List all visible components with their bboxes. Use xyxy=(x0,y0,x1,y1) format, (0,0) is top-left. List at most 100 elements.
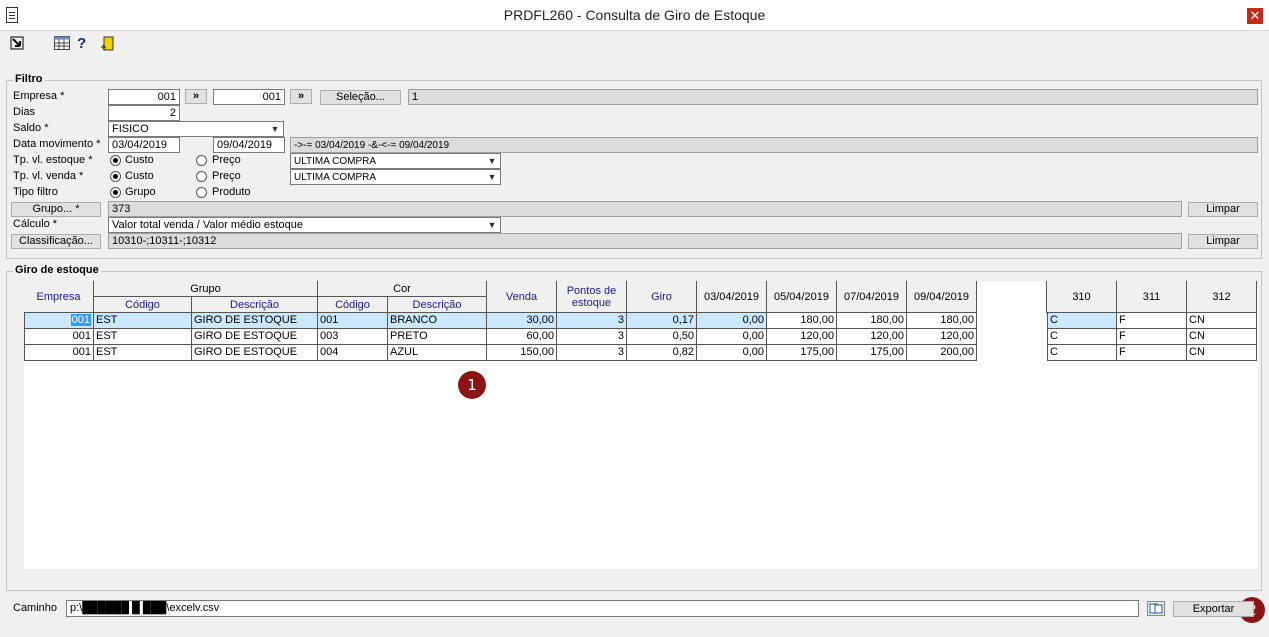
browse-file-icon[interactable] xyxy=(1147,601,1165,617)
col-header-grupo-descricao[interactable]: Descrição xyxy=(192,297,318,313)
table-cell-cor-codigo[interactable]: 001 xyxy=(318,313,388,329)
table-cell-empresa[interactable]: 001 xyxy=(24,313,94,329)
classificacao-button[interactable]: Classificação... xyxy=(11,234,101,249)
tp-estoque-custo-radio[interactable] xyxy=(110,155,121,166)
tp-estoque-preco-radio[interactable] xyxy=(196,155,207,166)
saldo-select[interactable]: FISICO ▼ xyxy=(108,121,284,137)
table-cell-d4[interactable]: 120,00 xyxy=(907,329,977,345)
tp-venda-custo-label: Custo xyxy=(125,170,154,182)
table-cell-c1[interactable]: C xyxy=(1047,329,1117,345)
table-cell-grupo-descricao[interactable]: GIRO DE ESTOQUE xyxy=(192,313,318,329)
data-movimento-to-input[interactable]: 09/04/2019 xyxy=(213,137,285,153)
table-cell-d3[interactable]: 120,00 xyxy=(837,329,907,345)
table-cell-cor-descricao[interactable]: AZUL xyxy=(388,345,487,361)
table-cell-cor-codigo[interactable]: 004 xyxy=(318,345,388,361)
col-header-cor-codigo[interactable]: Código xyxy=(318,297,388,313)
grupo-clear-button[interactable]: Limpar xyxy=(1188,202,1258,217)
col-header-d1[interactable]: 03/04/2019 xyxy=(697,281,767,313)
table-cell-c2[interactable]: F xyxy=(1117,345,1187,361)
tp-venda-custo-radio[interactable] xyxy=(110,171,121,182)
col-header-c1[interactable]: 310 xyxy=(1047,281,1117,313)
table-cell-pontos[interactable]: 3 xyxy=(557,313,627,329)
toolbar xyxy=(0,32,1269,58)
empresa-from-lookup-button[interactable]: » xyxy=(185,89,207,104)
table-cell-d2[interactable]: 120,00 xyxy=(767,329,837,345)
selecao-button[interactable]: Seleção... xyxy=(320,90,401,105)
tp-venda-select-value: ULTIMA COMPRA xyxy=(294,172,377,183)
table-cell-grupo-codigo[interactable]: EST xyxy=(94,313,192,329)
tipo-filtro-grupo-radio[interactable] xyxy=(110,187,121,198)
table-cell-c3[interactable]: CN xyxy=(1187,345,1257,361)
tp-venda-select[interactable]: ULTIMA COMPRA ▼ xyxy=(290,169,501,185)
col-header-grupo-codigo[interactable]: Código xyxy=(94,297,192,313)
col-header-d4[interactable]: 09/04/2019 xyxy=(907,281,977,313)
calculo-select[interactable]: Valor total venda / Valor médio estoque … xyxy=(108,217,501,233)
table-cell-empresa[interactable]: 001 xyxy=(24,345,94,361)
tipo-filtro-grupo-label: Grupo xyxy=(125,186,156,198)
table-cell-c3[interactable]: CN xyxy=(1187,329,1257,345)
close-button[interactable]: ✕ xyxy=(1247,8,1263,24)
dias-input[interactable]: 2 xyxy=(108,105,180,121)
col-header-cor: Cor xyxy=(318,281,487,297)
col-header-blank xyxy=(977,281,1047,313)
export-button[interactable]: Exportar xyxy=(1173,601,1254,617)
table-cell-pontos[interactable]: 3 xyxy=(557,345,627,361)
exit-door-icon[interactable] xyxy=(100,36,116,52)
col-header-d2[interactable]: 05/04/2019 xyxy=(767,281,837,313)
empresa-from-input[interactable]: 001 xyxy=(108,89,180,105)
tp-venda-preco-radio[interactable] xyxy=(196,171,207,182)
col-header-giro[interactable]: Giro xyxy=(627,281,697,313)
table-cell-grupo-descricao[interactable]: GIRO DE ESTOQUE xyxy=(192,329,318,345)
classificacao-value: 10310-;10311-;10312 xyxy=(108,233,1182,249)
table-cell-d1[interactable]: 0,00 xyxy=(697,313,767,329)
table-cell-grupo-codigo[interactable]: EST xyxy=(94,345,192,361)
help-icon[interactable]: ? xyxy=(77,36,93,52)
tp-estoque-select[interactable]: ULTIMA COMPRA ▼ xyxy=(290,153,501,169)
table-cell-d1[interactable]: 0,00 xyxy=(697,345,767,361)
table-cell-giro[interactable]: 0,82 xyxy=(627,345,697,361)
table-cell-c3[interactable]: CN xyxy=(1187,313,1257,329)
table-cell-grupo-codigo[interactable]: EST xyxy=(94,329,192,345)
table-icon[interactable] xyxy=(54,36,70,52)
table-cell-d4[interactable]: 200,00 xyxy=(907,345,977,361)
table-cell-cor-descricao[interactable]: BRANCO xyxy=(388,313,487,329)
table-cell-d3[interactable]: 175,00 xyxy=(837,345,907,361)
table-cell-cor-descricao[interactable]: PRETO xyxy=(388,329,487,345)
table-cell-grupo-descricao[interactable]: GIRO DE ESTOQUE xyxy=(192,345,318,361)
table-cell-c2[interactable]: F xyxy=(1117,313,1187,329)
grupo-button[interactable]: Grupo... * xyxy=(11,202,101,217)
table-cell-c1[interactable]: C xyxy=(1047,313,1117,329)
col-header-pontos[interactable]: Pontos de estoque xyxy=(557,281,627,313)
table-cell-c2[interactable]: F xyxy=(1117,329,1187,345)
col-header-cor-descricao[interactable]: Descrição xyxy=(388,297,487,313)
table-cell-venda[interactable]: 30,00 xyxy=(487,313,557,329)
calculo-select-value: Valor total venda / Valor médio estoque xyxy=(112,219,303,231)
table-cell-venda[interactable]: 60,00 xyxy=(487,329,557,345)
col-header-d3[interactable]: 07/04/2019 xyxy=(837,281,907,313)
giro-table[interactable]: Empresa Grupo Código Descrição Cor Códig… xyxy=(24,281,1258,569)
table-cell-d3[interactable]: 180,00 xyxy=(837,313,907,329)
col-header-venda[interactable]: Venda xyxy=(487,281,557,313)
table-cell-d1[interactable]: 0,00 xyxy=(697,329,767,345)
table-cell-giro[interactable]: 0,17 xyxy=(627,313,697,329)
col-header-c3[interactable]: 312 xyxy=(1187,281,1257,313)
table-cell-venda[interactable]: 150,00 xyxy=(487,345,557,361)
empresa-to-lookup-button[interactable]: » xyxy=(290,89,312,104)
table-cell-pontos[interactable]: 3 xyxy=(557,329,627,345)
tipo-filtro-produto-radio[interactable] xyxy=(196,187,207,198)
table-cell-giro[interactable]: 0,50 xyxy=(627,329,697,345)
col-header-empresa[interactable]: Empresa xyxy=(24,281,94,313)
col-header-c2[interactable]: 311 xyxy=(1117,281,1187,313)
table-cell-empresa[interactable]: 001 xyxy=(24,329,94,345)
table-cell-cor-codigo[interactable]: 003 xyxy=(318,329,388,345)
empresa-to-input[interactable]: 001 xyxy=(213,89,285,105)
table-cell-d2[interactable]: 180,00 xyxy=(767,313,837,329)
caminho-input[interactable]: p:\██████ █ ███\excelv.csv xyxy=(66,600,1139,617)
table-cell-d2[interactable]: 175,00 xyxy=(767,345,837,361)
table-cell-d4[interactable]: 180,00 xyxy=(907,313,977,329)
back-arrow-icon[interactable] xyxy=(10,36,26,52)
classificacao-clear-button[interactable]: Limpar xyxy=(1188,234,1258,249)
filter-title: Filtro xyxy=(13,73,45,85)
data-movimento-from-input[interactable]: 03/04/2019 xyxy=(108,137,180,153)
table-cell-c1[interactable]: C xyxy=(1047,345,1117,361)
